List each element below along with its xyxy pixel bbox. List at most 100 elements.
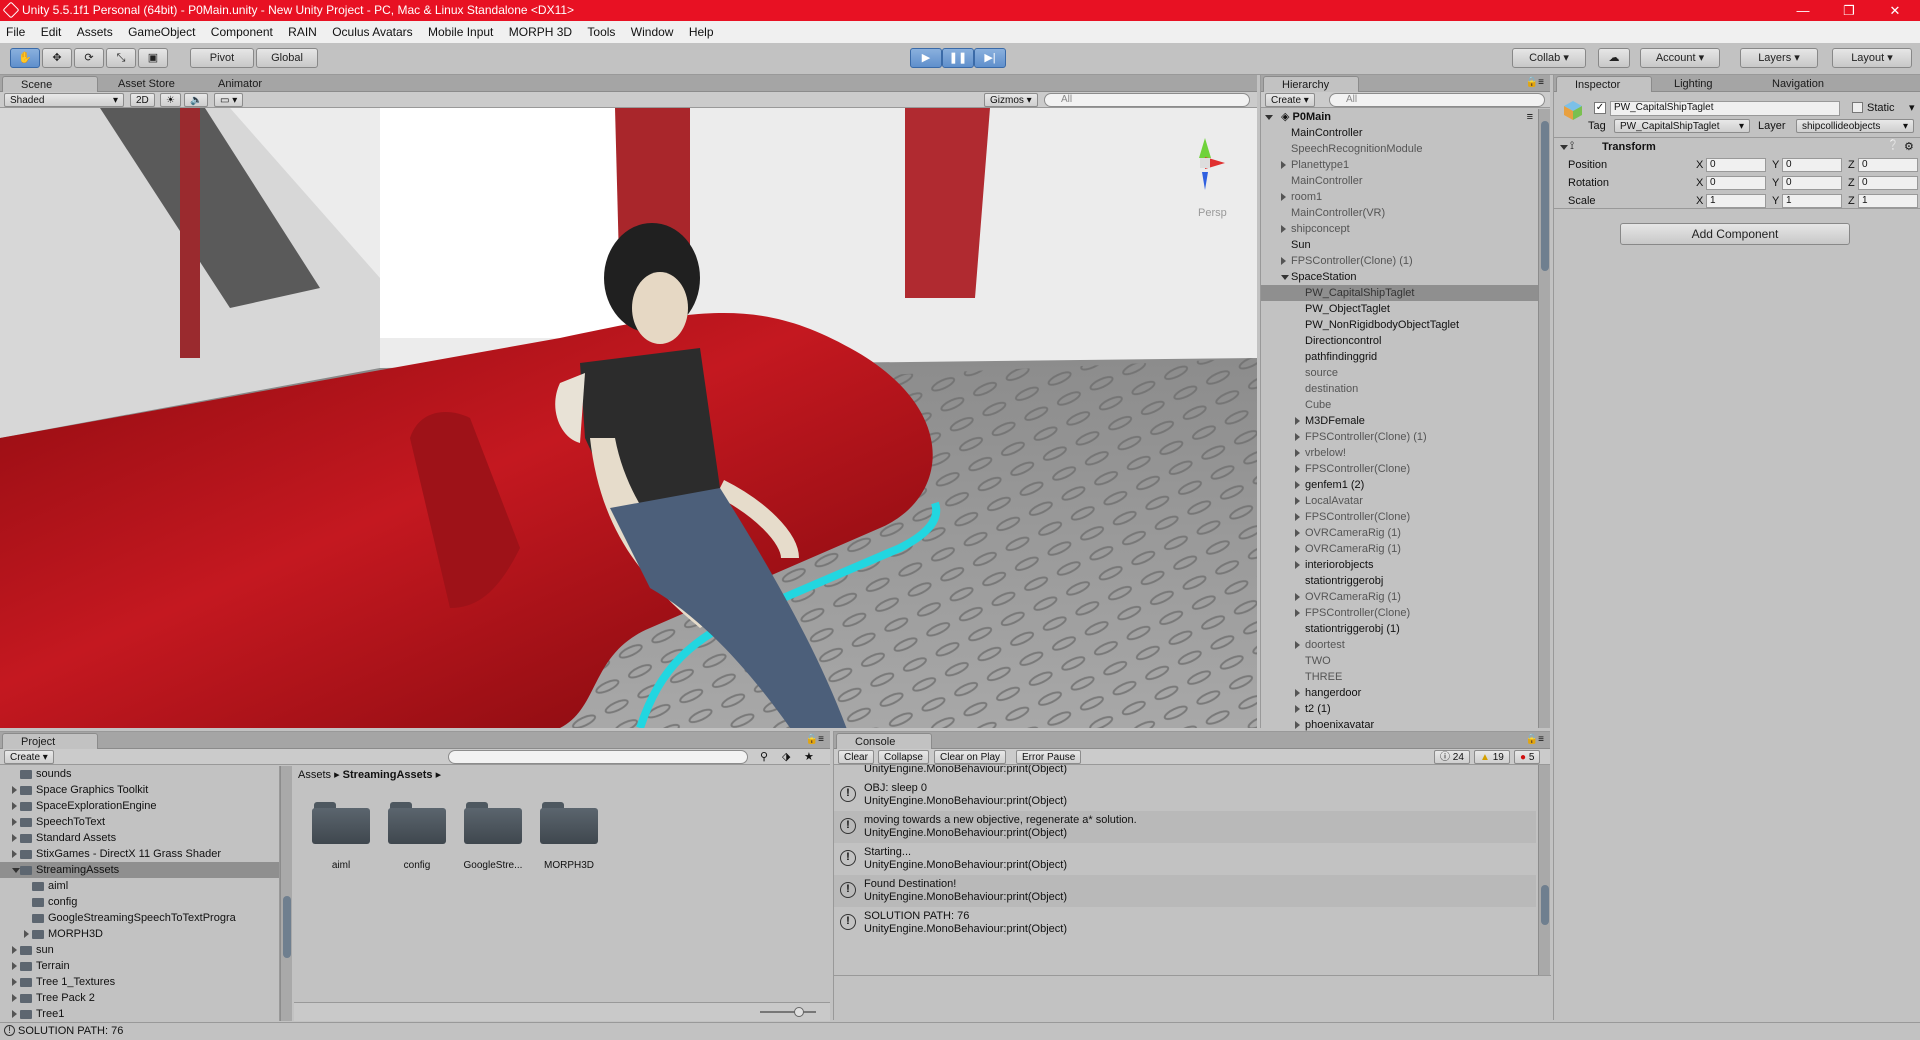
hierarchy-item[interactable]: PW_ObjectTaglet: [1261, 301, 1539, 317]
fold-open-icon[interactable]: [12, 868, 20, 873]
fold-closed-icon[interactable]: [1295, 417, 1300, 425]
project-folder-item[interactable]: StixGames - DirectX 11 Grass Shader: [0, 846, 279, 862]
fold-closed-icon[interactable]: [1295, 481, 1300, 489]
hierarchy-item[interactable]: Cube: [1261, 397, 1539, 413]
axis-z-label[interactable]: Z: [1848, 176, 1855, 190]
fold-closed-icon[interactable]: [1295, 529, 1300, 537]
move-tool-button[interactable]: ✥: [42, 48, 72, 68]
gear-icon[interactable]: ⚙: [1904, 140, 1914, 153]
hierarchy-item[interactable]: FPSController(Clone) (1): [1261, 429, 1539, 445]
hierarchy-scrollbar[interactable]: [1538, 109, 1550, 728]
scale-tool-button[interactable]: ⤡: [106, 48, 136, 68]
account-dropdown[interactable]: Account ▾: [1640, 48, 1720, 68]
layout-dropdown[interactable]: Layout ▾: [1832, 48, 1912, 68]
project-folder-item[interactable]: Tree Pack 2: [0, 990, 279, 1006]
lighting-toggle[interactable]: ☀: [160, 93, 181, 107]
favorites-star-icon[interactable]: ★: [804, 750, 814, 763]
console-entry[interactable]: ! Starting... UnityEngine.MonoBehaviour:pr…: [834, 843, 1536, 875]
menu-gameobject[interactable]: GameObject: [122, 21, 201, 43]
console-partial-entry[interactable]: UnityEngine.MonoBehaviour:print(Object): [864, 765, 1067, 775]
hierarchy-item[interactable]: THREE: [1261, 669, 1539, 685]
play-button[interactable]: ▶: [910, 48, 942, 68]
project-folder-item[interactable]: Space Graphics Toolkit: [0, 782, 279, 798]
log-count-toggle[interactable]: ⓘ 24: [1434, 750, 1470, 764]
asset-folder-icon[interactable]: [540, 802, 598, 844]
fold-closed-icon[interactable]: [1295, 465, 1300, 473]
fold-closed-icon[interactable]: [1295, 705, 1300, 713]
fold-closed-icon[interactable]: [12, 994, 17, 1002]
scene-root-row[interactable]: ◈ P0Main ≡: [1261, 109, 1539, 125]
asset-folder-icon[interactable]: [464, 802, 522, 844]
hierarchy-item[interactable]: FPSController(Clone): [1261, 605, 1539, 621]
project-tree-scrollbar[interactable]: [280, 766, 292, 1021]
axis-y-label[interactable]: Y: [1772, 194, 1779, 208]
hierarchy-item[interactable]: PW_NonRigidbodyObjectTaglet: [1261, 317, 1539, 333]
pause-button[interactable]: ❚❚: [942, 48, 974, 68]
menu-window[interactable]: Window: [625, 21, 680, 43]
project-folder-item[interactable]: config: [0, 894, 279, 910]
warning-count-toggle[interactable]: ▲ 19: [1474, 750, 1510, 764]
icon-size-slider[interactable]: [760, 1011, 816, 1013]
hierarchy-item[interactable]: SpaceStation: [1261, 269, 1539, 285]
hierarchy-item[interactable]: hangerdoor: [1261, 685, 1539, 701]
transform-rotation-y-field[interactable]: 0: [1782, 176, 1842, 190]
project-folder-item[interactable]: Terrain: [0, 958, 279, 974]
hierarchy-item[interactable]: TWO: [1261, 653, 1539, 669]
hierarchy-item[interactable]: source: [1261, 365, 1539, 381]
tab-console[interactable]: Console: [836, 733, 932, 749]
fold-closed-icon[interactable]: [12, 1010, 17, 1018]
fold-closed-icon[interactable]: [12, 946, 17, 954]
breadcrumb-assets[interactable]: Assets: [298, 769, 331, 781]
fold-closed-icon[interactable]: [1281, 193, 1286, 201]
fold-closed-icon[interactable]: [1295, 449, 1300, 457]
fold-closed-icon[interactable]: [1281, 161, 1286, 169]
2d-toggle[interactable]: 2D: [130, 93, 155, 107]
error-count-toggle[interactable]: ● 5: [1514, 750, 1541, 764]
fold-closed-icon[interactable]: [12, 850, 17, 858]
minimize-button[interactable]: —: [1780, 0, 1826, 21]
layers-dropdown[interactable]: Layers ▾: [1740, 48, 1818, 68]
console-scrollbar[interactable]: [1538, 765, 1550, 975]
gizmos-dropdown[interactable]: Gizmos ▾: [984, 93, 1038, 107]
pivot-toggle[interactable]: Pivot: [190, 48, 254, 68]
shading-mode-dropdown[interactable]: Shaded ▾: [4, 93, 124, 107]
asset-folder-label[interactable]: aiml: [301, 860, 381, 871]
hierarchy-item[interactable]: vrbelow!: [1261, 445, 1539, 461]
tab-project[interactable]: Project: [2, 733, 98, 749]
hierarchy-item[interactable]: OVRCameraRig (1): [1261, 589, 1539, 605]
transform-scale-z-field[interactable]: 1: [1858, 194, 1918, 208]
static-dropdown-arrow[interactable]: ▾: [1909, 101, 1915, 115]
maximize-button[interactable]: ❐: [1826, 0, 1872, 21]
fold-closed-icon[interactable]: [12, 786, 17, 794]
collab-dropdown[interactable]: Collab ▾: [1512, 48, 1586, 68]
console-entry[interactable]: ! Found Destination! UnityEngine.MonoBehav…: [834, 875, 1536, 907]
project-folder-item[interactable]: aiml: [0, 878, 279, 894]
console-entry[interactable]: ! moving towards a new objective, regener…: [834, 811, 1536, 843]
tab-animator[interactable]: Animator: [200, 76, 272, 92]
project-folder-item[interactable]: SpaceExplorationEngine: [0, 798, 279, 814]
fold-closed-icon[interactable]: [12, 962, 17, 970]
transform-position-z-field[interactable]: 0: [1858, 158, 1918, 172]
hierarchy-item[interactable]: interiorobjects: [1261, 557, 1539, 573]
fold-closed-icon[interactable]: [24, 930, 29, 938]
cloud-button[interactable]: ☁: [1598, 48, 1630, 68]
axis-x-label[interactable]: X: [1696, 194, 1703, 208]
asset-folder-icon[interactable]: [312, 802, 370, 844]
transform-position-x-field[interactable]: 0: [1706, 158, 1766, 172]
scene-menu-icon[interactable]: ≡: [1527, 109, 1533, 125]
console-collapse-button[interactable]: Collapse: [878, 750, 929, 764]
project-folder-item[interactable]: MORPH3D: [0, 926, 279, 942]
fold-closed-icon[interactable]: [1281, 225, 1286, 233]
fold-open-icon[interactable]: [1265, 115, 1273, 120]
hierarchy-item[interactable]: FPSController(Clone): [1261, 461, 1539, 477]
hierarchy-item[interactable]: PW_CapitalShipTaglet: [1261, 285, 1539, 301]
hierarchy-item[interactable]: FPSController(Clone) (1): [1261, 253, 1539, 269]
fold-closed-icon[interactable]: [1295, 433, 1300, 441]
fold-closed-icon[interactable]: [1295, 593, 1300, 601]
asset-folder-icon[interactable]: [388, 802, 446, 844]
tab-inspector[interactable]: Inspector: [1556, 76, 1652, 92]
project-folder-item[interactable]: sun: [0, 942, 279, 958]
hierarchy-item[interactable]: room1: [1261, 189, 1539, 205]
project-tree-scroll-thumb[interactable]: [283, 896, 291, 958]
hierarchy-item[interactable]: destination: [1261, 381, 1539, 397]
